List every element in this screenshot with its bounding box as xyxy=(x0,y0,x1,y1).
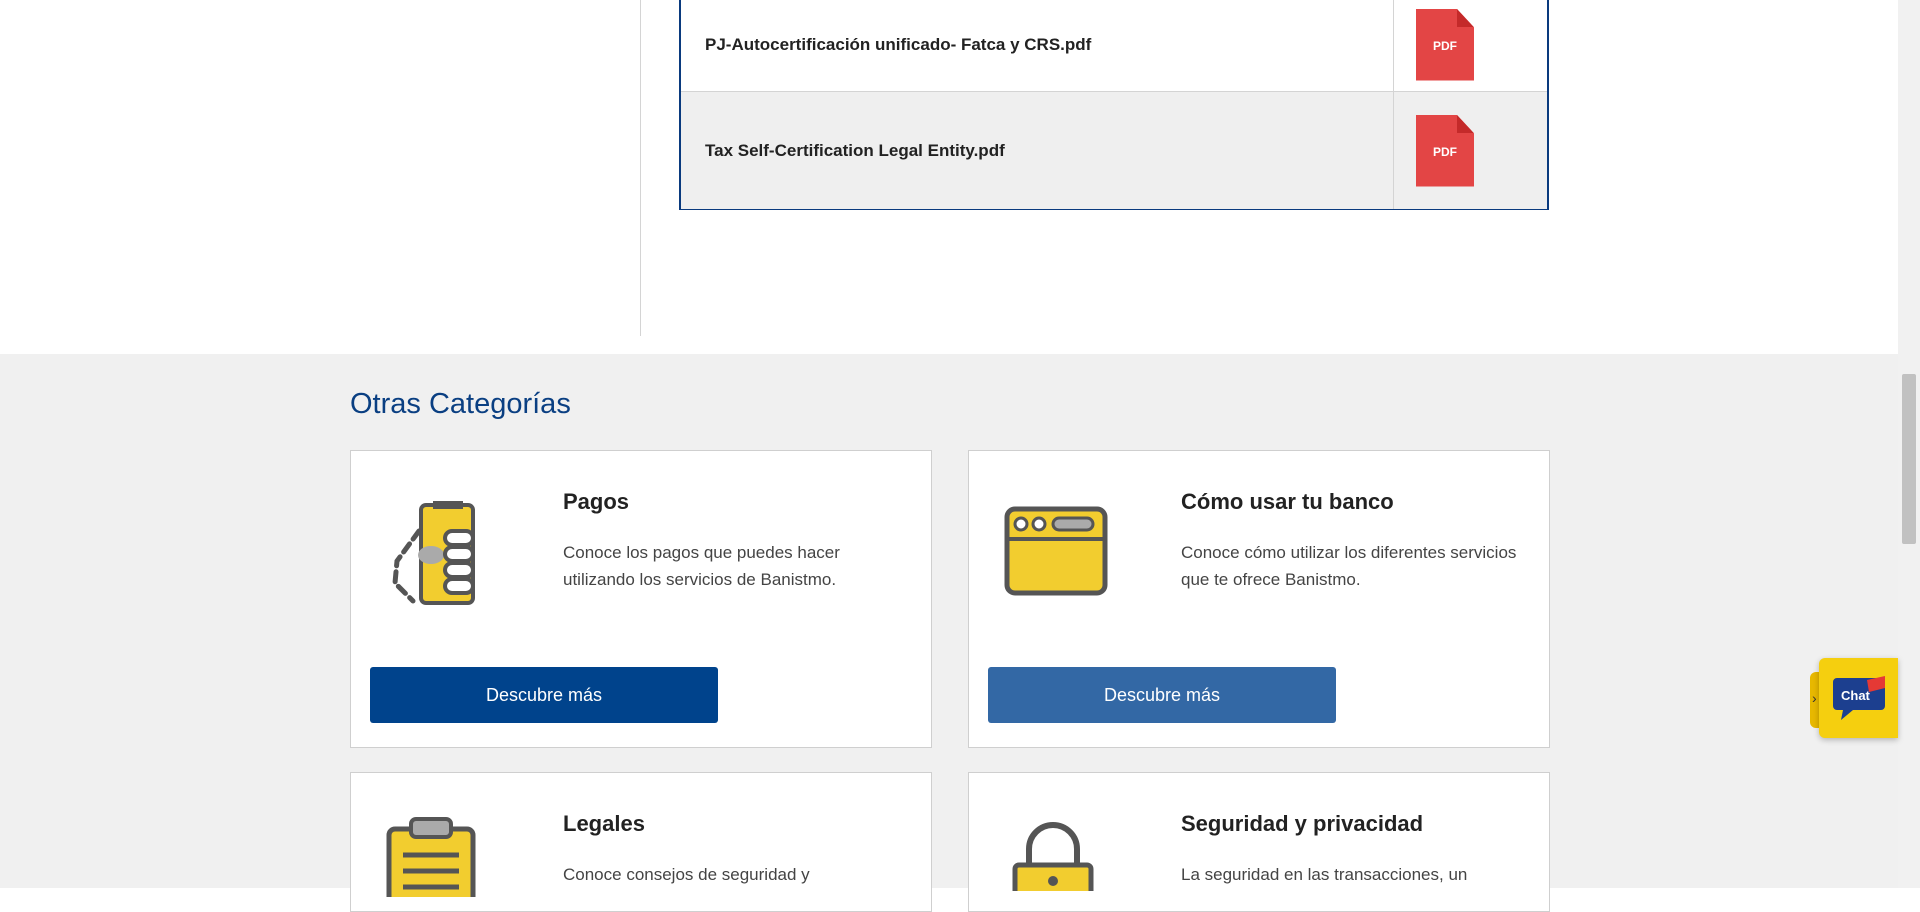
card-title: Cómo usar tu banco xyxy=(1181,489,1394,514)
other-categories-section xyxy=(0,354,1898,888)
sidebar-divider xyxy=(640,0,641,336)
card-description: Conoce cómo utilizar los diferentes serv… xyxy=(1181,543,1517,589)
document-name[interactable]: PJ-Autocertificación unificado- Fatca y … xyxy=(681,0,1394,91)
pdf-file-icon[interactable]: PDF xyxy=(1416,8,1474,81)
card-description: La seguridad en las transacciones, un xyxy=(1181,865,1468,884)
card-title: Pagos xyxy=(563,489,630,514)
discover-more-button[interactable]: Descubre más xyxy=(370,667,718,723)
clipboard-icon xyxy=(385,817,477,912)
card-description: Conoce consejos de seguridad y xyxy=(563,865,810,884)
scrollbar-thumb[interactable] xyxy=(1902,374,1916,544)
document-row[interactable]: Tax Self-Certification Legal Entity.pdf … xyxy=(681,91,1547,209)
document-row[interactable]: PJ-Autocertificación unificado- Fatca y … xyxy=(681,0,1547,91)
payment-hand-icon xyxy=(385,501,485,614)
card-title: Legales xyxy=(563,811,645,836)
card-title: Seguridad y privacidad xyxy=(1181,811,1424,836)
browser-window-icon xyxy=(1003,505,1109,602)
category-card-pagos: Pagos Conoce los pagos que puedes hacer … xyxy=(350,450,932,748)
documents-area: PJ-Autocertificación unificado- Fatca y … xyxy=(0,0,1898,354)
padlock-icon xyxy=(1011,821,1095,908)
chat-widget-button[interactable]: Chat xyxy=(1819,658,1898,738)
category-card-seguridad: Seguridad y privacidad La seguridad en l… xyxy=(968,772,1550,912)
card-description: Conoce los pagos que puedes hacer utiliz… xyxy=(563,543,840,589)
category-card-como-usar: Cómo usar tu banco Conoce cómo utilizar … xyxy=(968,450,1550,748)
discover-more-button[interactable]: Descubre más xyxy=(988,667,1336,723)
chat-bubble-icon: Chat xyxy=(1831,674,1885,720)
section-title: Otras Categorías xyxy=(350,388,571,420)
chat-label: Chat xyxy=(1841,688,1870,703)
documents-table: PJ-Autocertificación unificado- Fatca y … xyxy=(679,0,1549,210)
pdf-file-icon[interactable]: PDF xyxy=(1416,114,1474,187)
chevron-left-icon: › xyxy=(1812,690,1817,706)
category-card-legales: Legales Conoce consejos de seguridad y xyxy=(350,772,932,912)
document-name[interactable]: Tax Self-Certification Legal Entity.pdf xyxy=(681,92,1394,209)
